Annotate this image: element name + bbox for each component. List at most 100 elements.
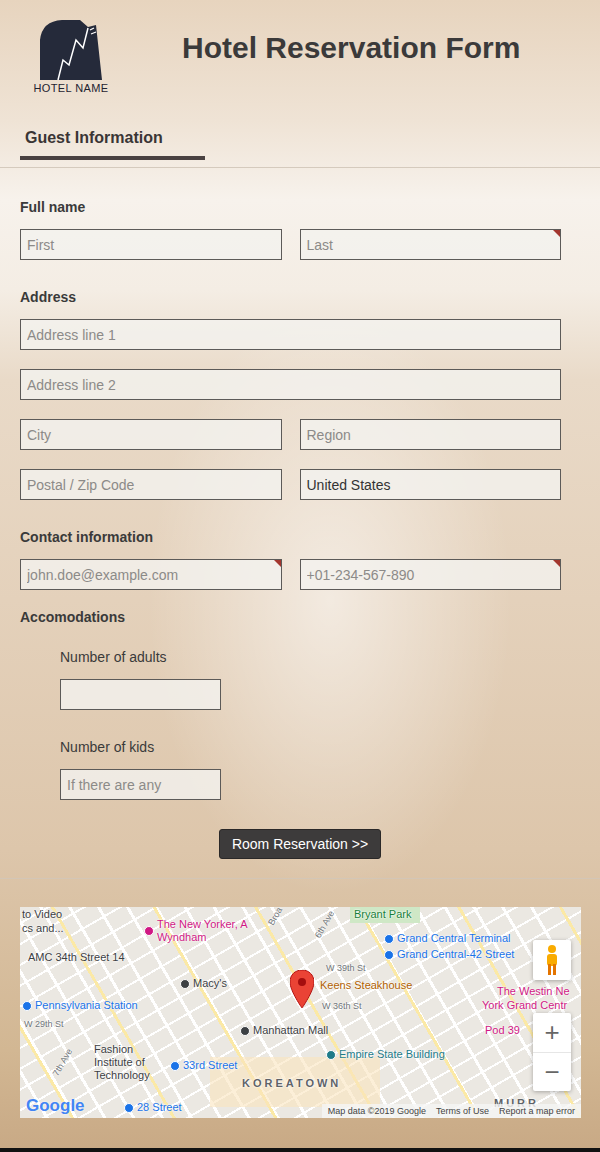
map-footer: Map data ©2019 Google Terms of Use Report … [322, 1104, 581, 1118]
field [20, 229, 282, 260]
hotel-logo-icon [36, 18, 106, 80]
text-input[interactable] [60, 769, 221, 800]
poi-icon [124, 1103, 134, 1113]
field [300, 469, 562, 500]
accommodations-section: Accomodations Number of adults Number of k… [20, 609, 561, 800]
field-rows [20, 559, 561, 590]
map-label: W 39th St [326, 963, 366, 974]
form-section: Contact information [20, 529, 561, 590]
map-label: 28 Street [124, 1101, 182, 1114]
room-reservation-button[interactable]: Room Reservation >> [219, 829, 381, 859]
street-view-control[interactable] [533, 940, 571, 980]
field [60, 769, 221, 800]
text-input[interactable] [20, 559, 282, 590]
field-row [20, 229, 561, 260]
field-label: Number of kids [60, 739, 561, 756]
text-input[interactable] [20, 369, 561, 400]
divider [0, 878, 600, 879]
logo-text: HOTEL NAME [33, 82, 108, 94]
poi-icon [144, 926, 154, 936]
map-label: KOREATOWN [242, 1077, 341, 1090]
text-input[interactable] [300, 419, 562, 450]
header: HOTEL NAME Hotel Reservation Form [0, 0, 600, 100]
map-label: Empire State Building [326, 1048, 445, 1061]
field [20, 559, 282, 590]
page-title: Hotel Reservation Form [182, 30, 520, 66]
field [300, 559, 562, 590]
map-label: Pod 39 [485, 1024, 520, 1037]
poi-icon [384, 934, 394, 944]
map-label: Fashion Institute of Technology [94, 1043, 164, 1082]
map-label: York Grand Centr [482, 999, 567, 1012]
zoom-button[interactable]: + [533, 1013, 571, 1052]
reservation-page: HOTEL NAME Hotel Reservation Form Guest In… [0, 0, 600, 1152]
text-input[interactable] [20, 469, 282, 500]
map-label: 7th Ave [51, 1047, 75, 1078]
field-row [20, 419, 561, 450]
field [20, 469, 282, 500]
poi-icon [22, 1001, 32, 1011]
map-footer-item[interactable]: Report a map error [499, 1105, 575, 1117]
map-label: Bryant Park [354, 908, 411, 921]
section-label: Contact information [20, 529, 561, 546]
map-label: AMC 34th Street 14 [28, 951, 125, 964]
map-footer-item[interactable]: Terms of Use [436, 1105, 489, 1117]
map-label: Grand Central Terminal [384, 932, 511, 945]
logo: HOTEL NAME [34, 18, 108, 94]
field-row [20, 319, 561, 350]
form-section: Full name [20, 199, 561, 260]
text-input[interactable] [20, 419, 282, 450]
poi-icon [180, 979, 190, 989]
poi-icon [170, 1061, 180, 1071]
field-row [20, 369, 561, 400]
text-input[interactable] [20, 319, 561, 350]
zoom-button[interactable]: − [533, 1052, 571, 1091]
text-input[interactable] [20, 229, 282, 260]
map-label: The Westin Ne [497, 985, 570, 998]
zoom-control: +− [533, 1013, 571, 1091]
bottom-bar [0, 1148, 600, 1152]
divider [0, 167, 600, 168]
map[interactable]: to Videocs and... The New Yorker, A Wyndh… [20, 907, 581, 1118]
field [20, 369, 561, 400]
map-label: Keens Steakhouse [320, 979, 412, 992]
text-input[interactable] [300, 469, 562, 500]
required-marker [553, 560, 560, 567]
button-row: Room Reservation >> [0, 800, 600, 859]
guest-count: Number of adults [20, 649, 561, 710]
map-footer-item: Map data ©2019 Google [328, 1105, 426, 1117]
poi-icon [384, 950, 394, 960]
map-label: W 36th St [322, 1001, 362, 1012]
section-label: Address [20, 289, 561, 306]
map-label: to Video [22, 908, 62, 921]
poi-icon [326, 1050, 336, 1060]
field-row [20, 559, 561, 590]
map-label: Broa [266, 907, 285, 927]
field-row [20, 469, 561, 500]
form-section: Address [20, 289, 561, 500]
text-input[interactable] [60, 679, 221, 710]
text-input[interactable] [300, 559, 562, 590]
section-label: Full name [20, 199, 561, 216]
section-label: Accomodations [20, 609, 561, 626]
tab[interactable]: Guest Information [20, 128, 205, 160]
map-label: Manhattan Mall [240, 1024, 328, 1037]
map-brand: Google [26, 1096, 85, 1116]
field [20, 319, 561, 350]
tab-bar: Guest Information [0, 128, 600, 160]
map-label: 6th Ave [313, 909, 337, 940]
required-marker [553, 230, 560, 237]
field [20, 419, 282, 450]
location-pin-icon[interactable] [290, 970, 314, 1008]
map-label: Pennsylvania Station [22, 999, 138, 1012]
pegman-icon [543, 944, 561, 976]
guest-count: Number of kids [20, 739, 561, 800]
required-marker [274, 560, 281, 567]
guest-form: Full name Address Contact information Accom… [0, 168, 600, 800]
map-label: The New Yorker, A Wyndham [144, 918, 256, 944]
field [300, 229, 562, 260]
text-input[interactable] [300, 229, 562, 260]
map-label: cs and... [22, 922, 64, 935]
field [300, 419, 562, 450]
map-label: Grand Central-42 Street [384, 948, 514, 961]
